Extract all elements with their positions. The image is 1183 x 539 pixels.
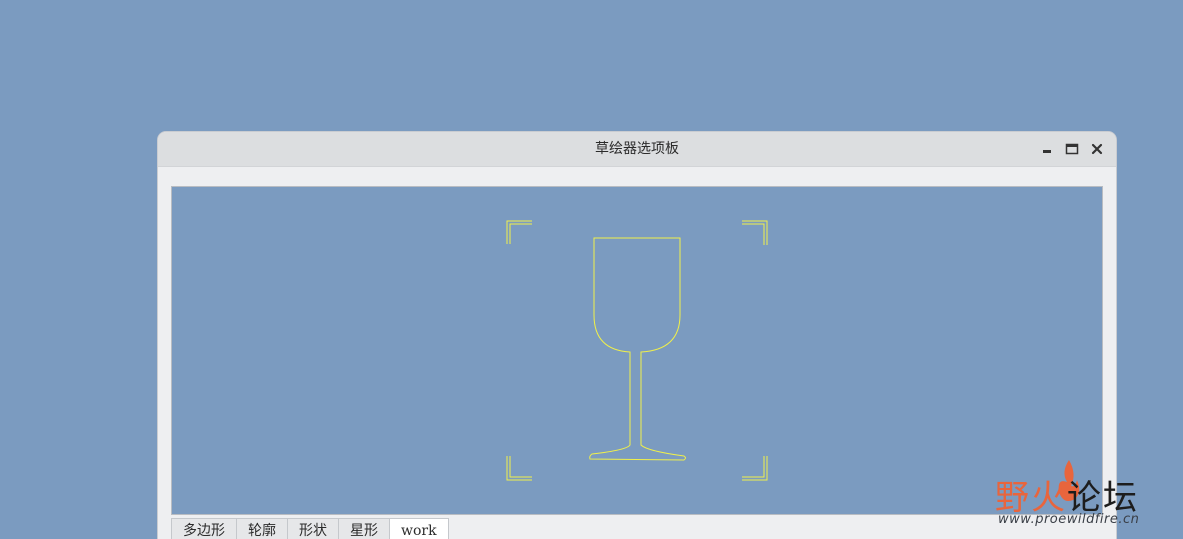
wine-glass-shape — [589, 237, 686, 461]
minimize-button[interactable] — [1038, 140, 1056, 158]
window-title: 草绘器选项板 — [595, 141, 679, 157]
maximize-button[interactable] — [1063, 140, 1081, 158]
minimize-icon — [1043, 150, 1051, 153]
close-button[interactable] — [1088, 140, 1106, 158]
tab-work[interactable]: work — [389, 518, 449, 539]
forum-watermark: 野火论坛 www.proewildfire.cn — [995, 458, 1183, 539]
sketch-preview-svg — [506, 220, 768, 481]
close-icon — [1091, 143, 1103, 155]
tab-polygon[interactable]: 多边形 — [171, 518, 237, 539]
palette-tabs: 多边形 轮廓 形状 星形 work — [171, 518, 449, 539]
tab-star[interactable]: 星形 — [338, 518, 390, 539]
watermark-url: www.proewildfire.cn — [998, 512, 1140, 527]
sketch-preview-canvas[interactable] — [171, 186, 1103, 515]
tab-shape[interactable]: 形状 — [287, 518, 339, 539]
sketcher-palette-window: 草绘器选项板 多边形 轮廓 形状 星形 work — [158, 132, 1116, 539]
tab-profile[interactable]: 轮廓 — [236, 518, 288, 539]
maximize-icon — [1065, 143, 1079, 155]
selection-corner-brackets — [506, 220, 768, 481]
title-bar[interactable]: 草绘器选项板 — [158, 132, 1116, 167]
